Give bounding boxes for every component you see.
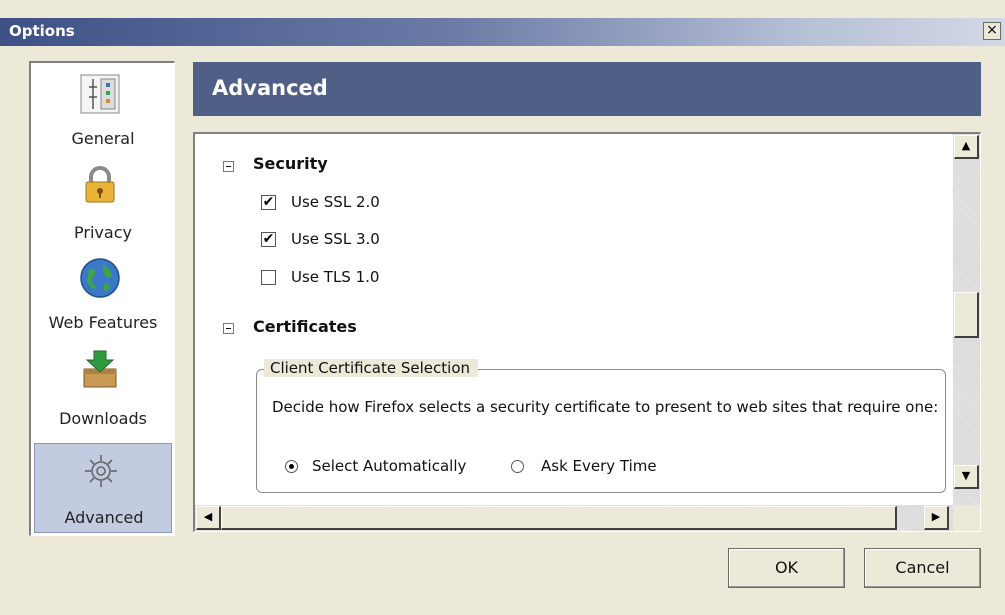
sidebar-item-label: Privacy <box>74 223 132 242</box>
general-settings-icon <box>80 74 120 114</box>
use-ssl2-label[interactable]: Use SSL 2.0 <box>291 193 380 211</box>
close-button[interactable]: × <box>983 22 1001 40</box>
vertical-scroll-thumb[interactable] <box>954 292 979 338</box>
select-automatically-radio[interactable] <box>285 460 298 473</box>
scroll-up-button[interactable]: ▲ <box>954 135 979 159</box>
use-ssl2-checkbox[interactable]: ✔ <box>261 195 276 210</box>
pane-selector: General Privacy Web Features Downloads A… <box>29 61 175 536</box>
ask-every-time-radio[interactable] <box>511 460 524 473</box>
sidebar-item-downloads[interactable]: Downloads <box>34 349 172 437</box>
select-automatically-label[interactable]: Select Automatically <box>312 457 466 475</box>
advanced-settings-panel: Security ✔ Use SSL 2.0 ✔ Use SSL 3.0 Use… <box>193 132 981 532</box>
sidebar-item-label: General <box>71 129 135 148</box>
sidebar-item-label: Advanced <box>64 508 144 527</box>
horizontal-scrollbar[interactable]: ◀ ▶ <box>195 505 953 531</box>
pane-title: Advanced <box>212 76 328 100</box>
sidebar-item-privacy[interactable]: Privacy <box>34 163 172 251</box>
security-section-title: Security <box>253 154 328 173</box>
certificates-section-title: Certificates <box>253 317 357 336</box>
use-ssl3-label[interactable]: Use SSL 3.0 <box>291 230 380 248</box>
ask-every-time-label[interactable]: Ask Every Time <box>541 457 657 475</box>
window-title: Options <box>9 22 75 40</box>
title-bar[interactable]: Options × <box>0 18 1005 46</box>
scrollbar-corner <box>953 505 980 531</box>
sidebar-item-advanced[interactable]: Advanced <box>34 443 172 533</box>
horizontal-scroll-thumb[interactable] <box>221 506 897 530</box>
use-tls-checkbox[interactable] <box>261 270 276 285</box>
options-dialog: Options × General Privacy Web Features D… <box>0 0 1005 615</box>
sidebar-item-web-features[interactable]: Web Features <box>34 255 172 343</box>
sidebar-item-label: Web Features <box>48 313 158 332</box>
padlock-icon <box>85 166 115 203</box>
scroll-right-button[interactable]: ▶ <box>924 506 949 530</box>
cancel-button[interactable]: Cancel <box>864 548 981 588</box>
use-tls-label[interactable]: Use TLS 1.0 <box>291 268 379 286</box>
use-ssl3-checkbox[interactable]: ✔ <box>261 232 276 247</box>
certificate-description: Decide how Firefox selects a security ce… <box>272 398 939 416</box>
client-certificate-group-title: Client Certificate Selection <box>264 359 479 377</box>
globe-icon <box>80 258 120 298</box>
certificates-collapse-toggle[interactable] <box>223 323 234 334</box>
security-collapse-toggle[interactable] <box>223 161 234 172</box>
ok-button[interactable]: OK <box>728 548 845 588</box>
scroll-down-button[interactable]: ▼ <box>954 465 979 489</box>
download-box-icon <box>83 350 117 388</box>
sidebar-item-label: Downloads <box>59 409 147 428</box>
sidebar-item-general[interactable]: General <box>34 71 172 161</box>
gears-icon <box>85 455 117 487</box>
vertical-scrollbar[interactable]: ▲ ▼ <box>953 134 980 506</box>
scroll-left-button[interactable]: ◀ <box>196 506 221 530</box>
pane-header: Advanced <box>193 62 981 116</box>
